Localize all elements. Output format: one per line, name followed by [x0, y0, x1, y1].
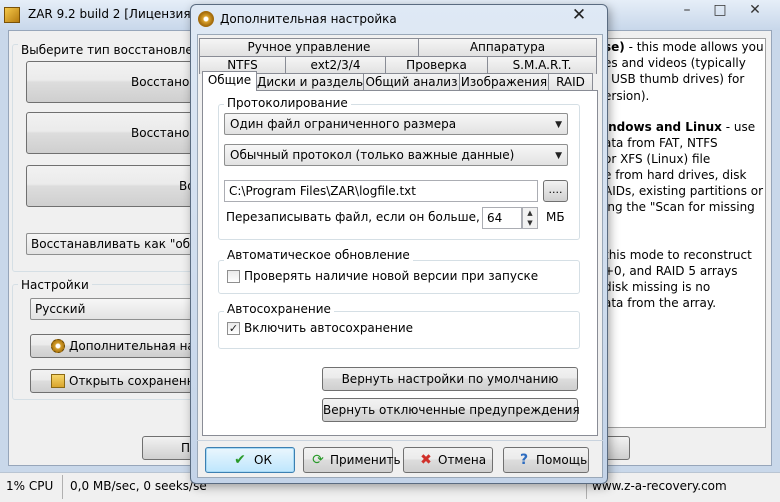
- recover-raid-button[interactable]: Во: [26, 165, 206, 207]
- description-line: this mode to reconstruct: [604, 248, 752, 262]
- status-url[interactable]: www.z-a-recovery.com: [592, 479, 727, 493]
- recover-windows-linux-button[interactable]: Восстанов: [26, 112, 206, 154]
- restore-defaults-button[interactable]: Вернуть настройки по умолчанию: [322, 367, 578, 391]
- description-line: ata from FAT, NTFS: [604, 136, 718, 150]
- cross-icon: ✖: [420, 452, 432, 468]
- tab-general-analysis[interactable]: Общий анализ: [363, 73, 460, 91]
- cancel-button[interactable]: ✖ Отмена: [403, 447, 493, 473]
- overwrite-size-label: Перезаписывать файл, если он больше, чем: [226, 210, 508, 224]
- apply-refresh-icon: ⟳: [312, 452, 324, 468]
- logging-label: Протоколирование: [224, 96, 351, 110]
- tab-raid[interactable]: RAID: [548, 73, 593, 91]
- dialog-close-button[interactable]: ✕: [564, 4, 594, 26]
- status-cpu: 1% CPU: [6, 479, 54, 493]
- description-line: se) - this mode allows you: [604, 40, 764, 54]
- advanced-settings-button[interactable]: Дополнительная настр: [30, 334, 196, 358]
- recovery-type-label: Выберите тип восстановления: [18, 43, 219, 57]
- browse-button[interactable]: ....: [543, 180, 568, 202]
- settings-gear-icon: [198, 11, 214, 27]
- status-speed: 0,0 MB/sec, 0 seeks/se: [70, 479, 207, 493]
- folder-icon: [51, 374, 65, 388]
- log-level-select[interactable]: Обычный протокол (только важные данные) …: [224, 144, 568, 166]
- tab-ext[interactable]: ext2/3/4: [285, 56, 386, 74]
- autosave-label: Автосохранение: [224, 302, 334, 316]
- description-line: es and videos (typically: [604, 56, 746, 70]
- description-line: +0, and RAID 5 arrays: [604, 264, 738, 278]
- log-file-mode-select[interactable]: Один файл ограниченного размера ▼: [224, 113, 568, 135]
- tab-general[interactable]: Общие: [202, 71, 257, 91]
- check-updates-checkbox[interactable]: [227, 270, 240, 283]
- log-max-size-input[interactable]: 64: [482, 207, 522, 229]
- description-line: e from hard drives, disk: [604, 168, 747, 182]
- description-line: AIDs, existing partitions or: [604, 184, 764, 198]
- log-level-value: Обычный протокол (только важные данные): [230, 148, 515, 162]
- help-question-icon: ?: [519, 452, 529, 468]
- size-unit-label: МБ: [546, 210, 565, 224]
- log-path-input[interactable]: C:\Program Files\ZAR\logfile.txt: [224, 180, 538, 202]
- advanced-settings-label: Дополнительная настр: [69, 339, 195, 353]
- main-window-title: ZAR 9.2 build 2 [Лицензия сер: [28, 7, 198, 21]
- autosave-checkbox[interactable]: ✓: [227, 322, 240, 335]
- log-file-mode-value: Один файл ограниченного размера: [230, 117, 457, 131]
- settings-label: Настройки: [18, 278, 92, 292]
- description-line: disk missing is no: [604, 280, 711, 294]
- tab-check[interactable]: Проверка: [385, 56, 488, 74]
- tab-disks-partitions[interactable]: Диски и разделы: [256, 73, 364, 91]
- close-button[interactable]: ✕: [737, 0, 773, 20]
- apply-button[interactable]: ⟳ Применить: [303, 447, 401, 473]
- description-line: or XFS (Linux) file: [604, 152, 711, 166]
- dialog-title: Дополнительная настройка: [220, 12, 397, 26]
- checkmark-icon: ✔: [234, 452, 246, 468]
- restore-as-combo[interactable]: Восстанавливать как "обычные": [26, 233, 196, 255]
- status-separator: [62, 475, 63, 499]
- autosave-checkbox-label[interactable]: Включить автосохранение: [244, 321, 413, 335]
- open-saved-button[interactable]: Открыть сохраненный с: [30, 369, 196, 393]
- ok-button[interactable]: ✔ ОК: [205, 447, 295, 473]
- cancel-label: Отмена: [438, 453, 487, 467]
- dropdown-arrow-icon: ▼: [555, 151, 562, 161]
- maximize-button[interactable]: □: [705, 0, 735, 20]
- gear-icon: [51, 339, 65, 353]
- recover-media-button[interactable]: Восстановле: [26, 61, 206, 103]
- description-line: indows and Linux - use: [604, 120, 756, 134]
- auto-update-label: Автоматическое обновление: [224, 248, 413, 262]
- tab-images[interactable]: Изображения: [459, 73, 549, 91]
- apply-label: Применить: [330, 453, 401, 467]
- help-button[interactable]: ? Помощь: [503, 447, 589, 473]
- minimize-button[interactable]: –: [672, 0, 702, 20]
- language-combo[interactable]: Русский: [30, 298, 196, 320]
- dialog-footer-divider: [197, 440, 603, 441]
- dropdown-arrow-icon: ▼: [555, 120, 562, 130]
- zar-app-icon: [4, 7, 20, 23]
- description-line: ersion).: [604, 89, 650, 103]
- description-line: ing the "Scan for missing: [604, 200, 755, 214]
- help-label: Помощь: [536, 453, 588, 467]
- restore-warnings-button[interactable]: Вернуть отключенные предупреждения: [322, 398, 580, 422]
- ok-label: ОК: [254, 453, 272, 467]
- description-line: l USB thumb drives) for: [604, 72, 745, 86]
- description-line: ata from the array.: [604, 296, 717, 310]
- check-updates-label[interactable]: Проверять наличие новой версии при запус…: [244, 269, 538, 283]
- spinner-arrows-icon[interactable]: ▲ ▼: [522, 207, 538, 229]
- tab-smart[interactable]: S.M.A.R.T.: [487, 56, 597, 74]
- tab-manual-control[interactable]: Ручное управление: [199, 38, 419, 56]
- open-saved-label: Открыть сохраненный с: [69, 374, 195, 388]
- tab-hardware[interactable]: Аппаратура: [418, 38, 597, 56]
